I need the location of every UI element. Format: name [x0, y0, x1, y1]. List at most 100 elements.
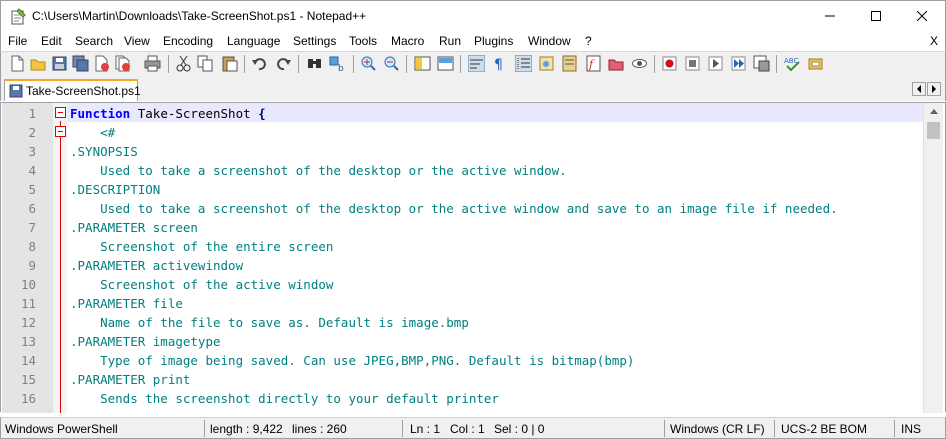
print-icon[interactable] — [144, 55, 161, 72]
undo-icon[interactable] — [251, 55, 268, 72]
close-all-icon[interactable] — [114, 55, 131, 72]
line-number: 9 — [28, 258, 36, 273]
code-line: Function Take-ScreenShot { — [70, 106, 266, 121]
vertical-scrollbar[interactable] — [923, 103, 943, 413]
menu-encoding[interactable]: Encoding — [163, 34, 213, 48]
code-line: Used to take a screenshot of the desktop… — [70, 201, 838, 216]
toolbar-separator — [298, 55, 299, 73]
open-file-icon[interactable] — [30, 55, 47, 72]
plugin-icon[interactable] — [807, 55, 824, 72]
folder-as-workspace-icon[interactable] — [608, 55, 625, 72]
word-wrap-icon[interactable] — [467, 54, 486, 73]
status-separator — [204, 420, 205, 437]
status-selection: Sel : 0 | 0 — [494, 422, 545, 436]
menu-window[interactable]: Window — [528, 34, 571, 48]
maximize-button[interactable] — [853, 1, 899, 31]
code-token: .PARAMETER print — [70, 372, 191, 387]
close-icon[interactable] — [93, 55, 110, 72]
zoom-in-icon[interactable] — [360, 55, 377, 72]
menu-file[interactable]: File — [8, 34, 27, 48]
menu-settings[interactable]: Settings — [293, 34, 336, 48]
code-line: Sends the screenshot directly to your de… — [70, 391, 499, 406]
playback-macro-icon[interactable] — [707, 55, 724, 72]
find-icon[interactable] — [306, 55, 323, 72]
spell-check-icon[interactable]: ABC — [784, 55, 801, 72]
toolbar-separator — [244, 55, 245, 73]
toolbar-separator — [776, 55, 777, 73]
tab-scroll-left-button[interactable] — [912, 82, 926, 96]
record-macro-icon[interactable] — [661, 55, 678, 72]
save-all-icon[interactable] — [72, 55, 89, 72]
minimize-icon — [825, 15, 835, 17]
maximize-icon — [871, 11, 881, 21]
document-map-icon[interactable] — [561, 55, 578, 72]
menu-help[interactable]: ? — [585, 34, 592, 48]
line-number: 5 — [28, 182, 36, 197]
copy-icon[interactable] — [197, 55, 214, 72]
code-token: Used to take a screenshot of the desktop… — [70, 163, 567, 178]
tab-scroll-right-button[interactable] — [927, 82, 941, 96]
menu-search[interactable]: Search — [75, 34, 113, 48]
fold-collapse-icon[interactable] — [55, 126, 66, 137]
status-encoding: UCS-2 BE BOM — [781, 422, 868, 436]
code-line: Used to take a screenshot of the desktop… — [70, 163, 567, 178]
function-list-icon[interactable]: f — [585, 55, 602, 72]
status-insert-mode: INS — [901, 422, 922, 436]
saved-file-icon — [9, 84, 23, 98]
fold-collapse-icon[interactable] — [55, 107, 66, 118]
status-lines: lines : 260 — [292, 422, 347, 436]
menu-language[interactable]: Language — [227, 34, 280, 48]
tab-bar: Take-ScreenShot.ps1 — [0, 76, 946, 101]
status-separator — [664, 420, 665, 437]
code-token: { — [258, 106, 266, 121]
sync-vertical-icon[interactable] — [414, 55, 431, 72]
menu-tools[interactable]: Tools — [349, 34, 377, 48]
run-macro-multiple-icon[interactable] — [730, 55, 747, 72]
arrow-left-icon — [917, 85, 921, 93]
menu-macro[interactable]: Macro — [391, 34, 424, 48]
status-line: Ln : 1 — [410, 422, 441, 436]
menu-plugins[interactable]: Plugins — [474, 34, 513, 48]
indent-guide-icon[interactable] — [514, 54, 533, 73]
menu-run[interactable]: Run — [439, 34, 461, 48]
code-line: .PARAMETER print — [70, 372, 190, 387]
cut-icon[interactable] — [175, 55, 192, 72]
line-number: 1 — [28, 106, 36, 121]
replace-icon[interactable]: b — [329, 55, 346, 74]
scrollbar-thumb[interactable] — [927, 122, 940, 139]
save-icon[interactable] — [51, 55, 68, 72]
toolbar: b ¶ f ABC — [0, 51, 946, 76]
save-macro-icon[interactable] — [753, 55, 770, 72]
status-length: length : 9,422 — [210, 422, 283, 436]
tab-take-screenshot[interactable]: Take-ScreenShot.ps1 — [4, 79, 141, 101]
status-eol: Windows (CR LF) — [670, 422, 765, 436]
menu-edit[interactable]: Edit — [41, 34, 62, 48]
sync-horizontal-icon[interactable] — [437, 55, 454, 72]
code-token: Take-ScreenShot — [130, 106, 259, 121]
minimize-button[interactable] — [807, 1, 853, 31]
close-document-button[interactable]: X — [930, 34, 938, 48]
close-window-button[interactable] — [899, 1, 945, 31]
status-column: Col : 1 — [450, 422, 485, 436]
stop-recording-icon[interactable] — [684, 55, 701, 72]
show-all-characters-icon[interactable]: ¶ — [491, 55, 508, 73]
editor-area[interactable]: 1 Function Take-ScreenShot {2 <# 3 .SYNOPSI… — [0, 102, 946, 413]
close-icon — [917, 11, 927, 21]
code-line: <# — [70, 125, 115, 140]
monitoring-icon[interactable] — [631, 55, 648, 72]
redo-icon[interactable] — [275, 55, 292, 72]
line-number: 10 — [20, 277, 36, 292]
line-number: 15 — [20, 372, 36, 387]
fold-line — [60, 121, 61, 413]
scroll-up-button[interactable] — [924, 103, 943, 120]
zoom-out-icon[interactable] — [383, 55, 400, 72]
paste-icon[interactable] — [221, 55, 238, 72]
new-file-icon[interactable] — [9, 55, 26, 72]
code-token: .PARAMETER imagetype — [70, 334, 221, 349]
line-number: 2 — [28, 125, 36, 140]
notepad-plus-plus-icon — [10, 8, 26, 25]
arrow-right-icon — [932, 85, 936, 93]
menu-view[interactable]: View — [124, 34, 150, 48]
menu-bar: File Edit Search View Encoding Language … — [0, 31, 946, 51]
user-defined-language-icon[interactable] — [538, 55, 555, 72]
